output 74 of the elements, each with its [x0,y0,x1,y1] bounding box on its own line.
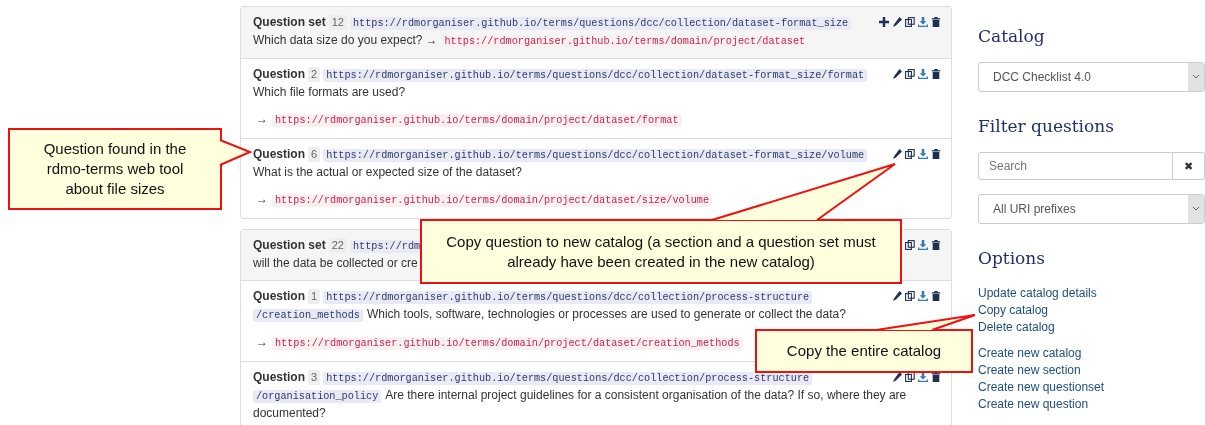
attribute-code: https://rdmorganiser.github.io/terms/domain/project/dataset [441,35,809,48]
count-badge: 6 [308,147,321,162]
uri-code: https://rdmorganiser.github.io/terms/questions/dcc/collection/process-structure [323,372,813,385]
arrow-text: → [256,192,268,206]
question-text: documented? [253,406,326,420]
question-label: Question [253,370,305,384]
plus-icon[interactable] [879,17,889,27]
question-set-label: Question set [253,15,326,29]
catalog-heading: Catalog [978,25,1046,48]
pencil-icon[interactable] [892,69,902,79]
copy-icon[interactable] [905,240,915,250]
question-set-label: Question set [253,238,326,252]
download-icon[interactable] [918,240,928,250]
question-text: Are there internal project guidelines for a consistent organisation of the data? If so, where they are [385,388,907,402]
uri-code: /creation_methods [253,309,363,322]
callout: Question found in the rdmo-terms web tool about file sizes [8,128,222,210]
trash-icon[interactable] [931,149,941,159]
arrow-text: → [256,335,268,349]
uri-code: https://rdmorganiser.github.io/terms/questions/dcc/collection/dataset-format_size/format [323,69,868,82]
option-link[interactable]: Delete catalog [978,319,1055,336]
trash-icon[interactable] [931,17,941,27]
question-set-text: Which data size do you expect? [253,33,423,47]
download-icon[interactable] [918,291,928,301]
question-text: What is the actual or expected size of the dataset? [253,164,523,181]
count-badge: 12 [328,15,347,30]
download-icon[interactable] [918,69,928,79]
question-text: Which tools, software, technologies or processes are used to generate or collect the data? [366,307,846,321]
question-set-text: will the data be collected or cre [253,256,418,270]
download-icon[interactable] [918,17,928,27]
options-heading: Options [978,247,1046,270]
copy-icon[interactable] [905,17,915,27]
question-label: Question [253,289,305,303]
attribute-code: https://rdmorganiser.github.io/terms/domain/project/dataset/format [272,114,682,127]
attribute-code: https://rdmorganiser.github.io/terms/domain/project/dataset/creation_methods [272,337,743,350]
clear-button[interactable]: ✖ [1173,152,1205,180]
arrow-text: → [256,112,268,126]
chevron-down-icon [1188,195,1204,223]
copy-icon[interactable] [905,69,915,79]
option-link[interactable]: Create new questionset [978,379,1105,396]
pencil-icon[interactable] [892,17,902,27]
attribute-code: https://rdmorganiser.github.io/terms/domain/project/dataset/size/volume [272,194,713,207]
pencil-icon[interactable] [892,149,902,159]
arrow-text: → [425,33,438,47]
download-icon[interactable] [918,149,928,159]
filter-heading: Filter questions [978,115,1115,138]
copy-icon[interactable] [905,291,915,301]
option-link[interactable]: Create new catalog [978,345,1082,362]
count-badge: 22 [328,238,347,253]
chevron-down-icon [1188,63,1204,91]
trash-icon[interactable] [931,291,941,301]
option-link[interactable]: Update catalog details [978,285,1097,302]
question-text: Which file formats are used? [253,84,407,101]
option-link[interactable]: Copy catalog [978,302,1049,319]
trash-icon[interactable] [931,240,941,250]
count-badge: 3 [308,370,321,385]
uri-code: https://rdmorganiser.github.io/terms/questions/dcc/collection/process-structure [323,291,813,304]
option-link[interactable]: Create new section [978,362,1081,379]
pencil-icon[interactable] [892,291,902,301]
uri-code: /organisation_policy [253,390,382,403]
trash-icon[interactable] [931,69,941,79]
copy-icon[interactable] [905,149,915,159]
uri-code: https://rdmorganiser.github.io/terms/questions/dcc/collection/dataset-format_size [349,17,852,30]
count-badge: 1 [308,289,321,304]
callout-pointer [220,138,252,168]
question-label: Question [253,67,305,81]
catalog-select[interactable]: DCC Checklist 4.0 [978,62,1205,92]
count-badge: 2 [308,67,321,82]
prefix-select[interactable]: All URI prefixes [978,194,1205,224]
question-label: Question [253,147,305,161]
option-link[interactable]: Create new question [978,396,1089,413]
uri-code: https://rdmorganiser.github.io/terms/questions/dcc/collection/dataset-format_size/volume [323,149,868,162]
copy-icon[interactable] [905,372,915,382]
trash-icon[interactable] [931,372,941,382]
search-field[interactable]: Search [978,152,1173,180]
